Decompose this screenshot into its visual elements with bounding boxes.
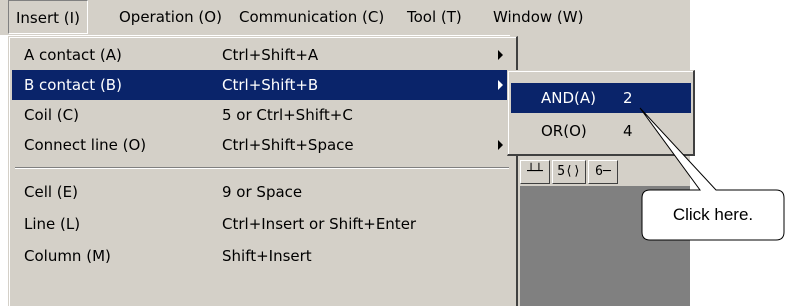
callout-text: Click here.	[672, 205, 754, 224]
callout-bubble	[639, 107, 785, 241]
